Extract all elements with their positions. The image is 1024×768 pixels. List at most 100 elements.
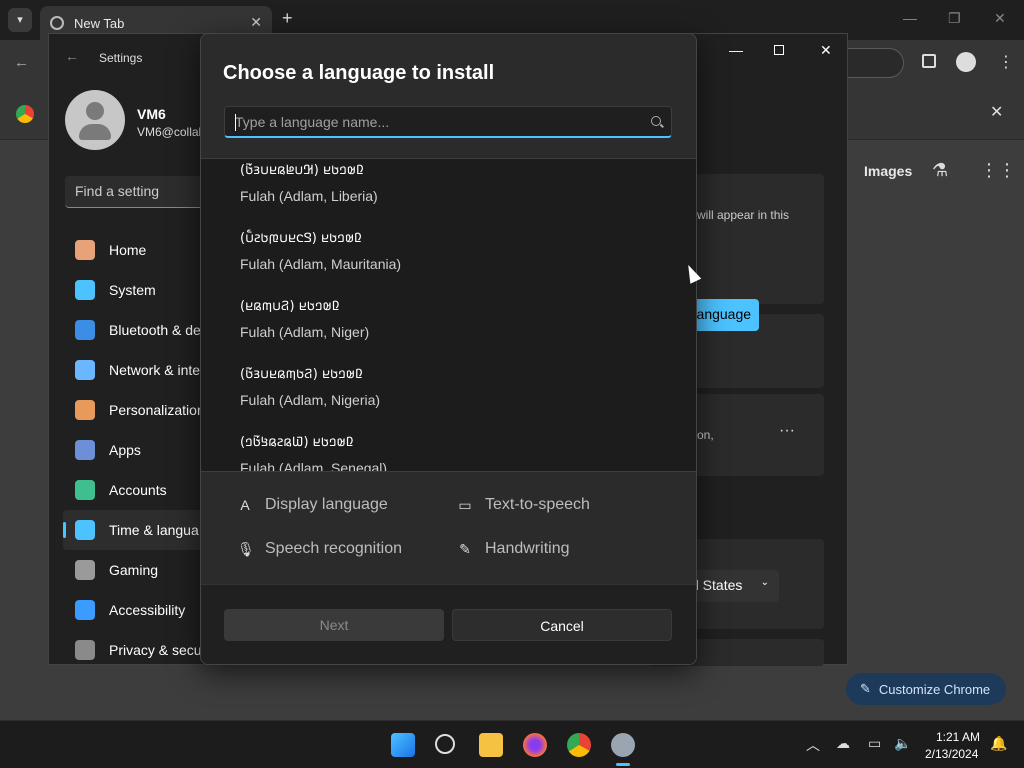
choose-language-dialog: Choose a language to install (𞤂𞤭𞤦𞤫𞤪𞤭𞤴𞤢𞥄)… <box>200 33 697 665</box>
nav-label: Accessibility <box>109 602 186 618</box>
file-explorer-icon[interactable] <box>479 733 503 757</box>
nav-label: Time & langua <box>109 522 199 538</box>
profile-icon[interactable] <box>956 52 976 72</box>
feature-label: Display language <box>265 496 388 513</box>
start-icon[interactable] <box>391 733 415 757</box>
chrome-logo-icon <box>16 105 34 123</box>
maximize-icon[interactable] <box>774 45 784 55</box>
taskbar: ︿ ☁ ▭ 🔈 1:21 AM 2/13/2024 🔔 <box>0 720 1024 768</box>
handwriting-icon: ✎ <box>459 541 471 557</box>
close-bar-icon[interactable]: ✕ <box>990 102 1003 122</box>
feature-handwriting: ✎ Handwriting <box>457 540 569 558</box>
user-name: VM6 <box>137 106 166 122</box>
side-panel-icon[interactable] <box>922 54 936 68</box>
accessibility-icon <box>75 600 95 620</box>
language-list-item[interactable]: (𞤂𞤭𞤦𞤫𞤪𞤭𞤴𞤢𞥄) 𞤆𞤵𞤤𞤢𞤪 Fulah (Adlam, Liberia) <box>201 159 696 227</box>
feature-label: Speech recognition <box>265 540 402 557</box>
avatar[interactable] <box>65 90 125 150</box>
language-list-item[interactable]: (𞤅𞤫𞤲𞤫𞤺𞤢𞥄𞤤) 𞤆𞤵𞤤𞤢𞤪 Fulah (Adlam, Senegal) <box>201 431 696 472</box>
wifi-icon <box>75 360 95 380</box>
nav-label: System <box>109 282 156 298</box>
accounts-icon <box>75 480 95 500</box>
feature-text-to-speech: ▭ Text-to-speech <box>457 496 590 514</box>
chevron-down-icon: ⌄ <box>760 577 769 588</box>
search-icon[interactable] <box>435 734 455 754</box>
panel-text: will appear in this <box>697 208 790 222</box>
nav-label: Bluetooth & de <box>109 322 201 338</box>
pencil-icon: ✎ <box>860 681 871 696</box>
images-link[interactable]: Images <box>864 163 912 179</box>
globe-icon <box>75 520 95 540</box>
language-native-name: (𞤅𞤫𞤲𞤫𞤺𞤢𞥄𞤤) 𞤆𞤵𞤤𞤢𞤪 <box>240 435 354 450</box>
onedrive-icon[interactable]: ☁ <box>836 735 850 752</box>
back-icon[interactable]: ← <box>65 48 79 64</box>
clock-time[interactable]: 1:21 AM <box>936 730 980 744</box>
text-caret <box>235 114 236 131</box>
language-native-name: (𞤃𞤮𞤪𞤭𞤼𞤢𞤲𞤭𞥅) 𞤆𞤵𞤤𞤢𞤪 <box>240 231 362 246</box>
language-list-item[interactable]: (𞤐𞤢𞤶𞤫𞤪𞤭𞤴𞤢𞥄) 𞤆𞤵𞤤𞤢𞤪 Fulah (Adlam, Nigeria) <box>201 363 696 431</box>
language-list-item[interactable]: (𞤐𞤭𞤶𞤫𞤪) 𞤆𞤵𞤤𞤢𞤪 Fulah (Adlam, Niger) <box>201 295 696 363</box>
tab-search-button[interactable]: ▾ <box>8 8 32 32</box>
language-native-name: (𞤐𞤢𞤶𞤫𞤪𞤭𞤴𞤢𞥄) 𞤆𞤵𞤤𞤢𞤪 <box>240 367 363 382</box>
dialog-footer: Next Cancel <box>201 584 696 664</box>
language-search-field[interactable] <box>224 106 672 138</box>
language-native-name: (𞤂𞤭𞤦𞤫𞤪𞤭𞤴𞤢𞥄) 𞤆𞤵𞤤𞤢𞤪 <box>240 163 364 178</box>
language-list-item[interactable]: (𞤃𞤮𞤪𞤭𞤼𞤢𞤲𞤭𞥅) 𞤆𞤵𞤤𞤢𞤪 Fulah (Adlam, Mauritani… <box>201 227 696 295</box>
feature-label: Handwriting <box>485 540 570 557</box>
cancel-button[interactable]: Cancel <box>452 609 672 641</box>
shield-icon <box>75 640 95 660</box>
language-list[interactable]: (𞤂𞤭𞤦𞤫𞤪𞤭𞤴𞤢𞥄) 𞤆𞤵𞤤𞤢𞤪 Fulah (Adlam, Liberia)(… <box>201 158 696 472</box>
nav-label: Apps <box>109 442 141 458</box>
nav-label: Personalization <box>109 402 205 418</box>
next-button[interactable]: Next <box>224 609 444 641</box>
close-tab-icon[interactable]: ✕ <box>250 14 262 31</box>
nav-label: Accounts <box>109 482 167 498</box>
apps-grid-icon[interactable]: ⋮⋮⋮ <box>980 160 1024 181</box>
language-native-name: (𞤐𞤭𞤶𞤫𞤪) 𞤆𞤵𞤤𞤢𞤪 <box>240 299 340 314</box>
close-icon[interactable]: ✕ <box>820 42 832 59</box>
network-icon[interactable]: ▭ <box>868 735 881 752</box>
home-icon <box>75 240 95 260</box>
panel-text: on, <box>697 428 714 442</box>
firefox-icon[interactable] <box>523 733 547 757</box>
labs-icon[interactable]: ⚗ <box>932 160 948 181</box>
language-search-input[interactable] <box>235 112 635 132</box>
nav-label: Network & inte <box>109 362 201 378</box>
tab-title: New Tab <box>74 15 125 31</box>
display-language-icon: A <box>240 497 250 513</box>
gamepad-icon <box>75 560 95 580</box>
settings-gear-icon[interactable] <box>611 733 635 757</box>
feature-label: Text-to-speech <box>485 496 590 513</box>
minimize-icon[interactable]: — <box>729 42 743 58</box>
brush-icon <box>75 400 95 420</box>
menu-icon[interactable]: ⋮ <box>998 52 1014 72</box>
language-english-name: Fulah (Adlam, Liberia) <box>240 188 378 204</box>
minimize-icon[interactable]: — <box>903 10 917 26</box>
back-icon[interactable]: ← <box>14 54 29 71</box>
chrome-icon[interactable] <box>567 733 591 757</box>
bluetooth-icon <box>75 320 95 340</box>
more-options-icon[interactable]: ··· <box>779 422 795 440</box>
chrome-favicon-icon <box>50 16 64 30</box>
system-icon <box>75 280 95 300</box>
clock-date[interactable]: 2/13/2024 <box>925 747 978 761</box>
window-title: Settings <box>99 51 143 65</box>
feature-speech-recognition: 🎙 Speech recognition <box>237 540 402 558</box>
active-app-indicator <box>616 763 630 766</box>
feature-display-language: A Display language <box>237 496 388 514</box>
restore-icon[interactable]: ❐ <box>948 10 961 27</box>
language-english-name: Fulah (Adlam, Mauritania) <box>240 256 402 272</box>
language-features: A Display language ▭ Text-to-speech 🎙 Sp… <box>201 472 696 584</box>
notification-bell-icon[interactable]: 🔔 <box>990 735 1007 752</box>
new-tab-button[interactable]: + <box>282 8 293 29</box>
text-to-speech-icon: ▭ <box>458 497 472 513</box>
search-icon <box>651 116 661 126</box>
nav-label: Privacy & secu <box>109 642 202 658</box>
chevron-up-icon[interactable]: ︿ <box>806 735 820 755</box>
close-icon[interactable]: ✕ <box>994 10 1006 27</box>
customize-chrome-button[interactable]: ✎ Customize Chrome <box>846 673 1006 705</box>
language-english-name: Fulah (Adlam, Senegal) <box>240 460 388 472</box>
dialog-title: Choose a language to install <box>223 62 495 84</box>
volume-icon[interactable]: 🔈 <box>894 735 911 752</box>
microphone-icon: 🎙 <box>237 541 255 557</box>
